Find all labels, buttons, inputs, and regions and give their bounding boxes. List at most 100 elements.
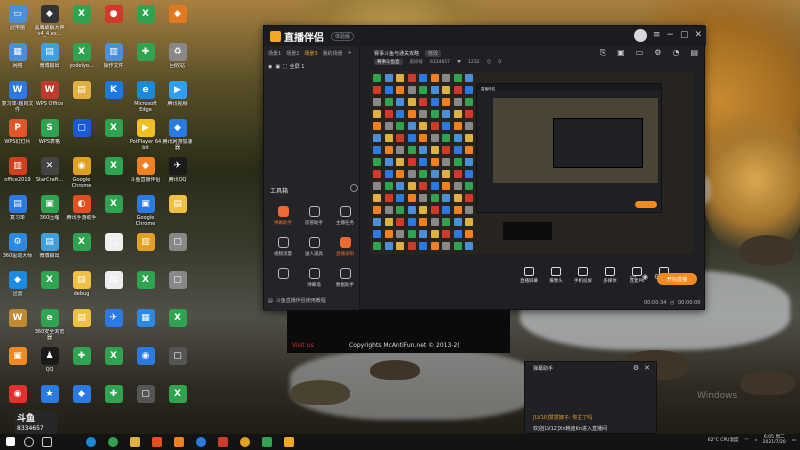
tab-scene[interactable]: 我的场景 [323, 50, 343, 57]
desktop-icon[interactable]: ▢ [162, 345, 193, 388]
desktop-icon[interactable]: X [98, 345, 129, 388]
desktop-icon[interactable]: ▤ [162, 193, 193, 236]
window-icon[interactable]: ▭ [636, 48, 644, 58]
explorer-taskbar-icon[interactable] [130, 437, 140, 447]
tool-item[interactable]: 弹幕墙 [300, 266, 328, 292]
desktop-icon[interactable]: ▤ 复习单 [2, 193, 33, 236]
share-icon[interactable]: ⎘ [600, 48, 606, 58]
tool-item[interactable]: 房管助手 [300, 204, 328, 230]
desktop-icon[interactable]: e Microsoft Edge [130, 79, 161, 122]
app-taskbar-icon[interactable] [174, 437, 184, 447]
desktop-icon[interactable]: ▢ [162, 269, 193, 312]
toolbox-toggle-icon[interactable] [350, 184, 358, 192]
desktop-icon[interactable]: e 360安全浏览器 [34, 307, 65, 350]
clock[interactable]: 6:05 周二 2021/7/20 [763, 435, 786, 445]
desktop-icon[interactable]: X [98, 193, 129, 236]
tool-item[interactable]: 数据助手 [331, 266, 359, 292]
tool-item[interactable] [269, 266, 297, 292]
desktop-icon[interactable]: W 复习单-题目文件 [2, 79, 33, 122]
desktop-icon[interactable]: ▥ [130, 231, 161, 274]
desktop-icon[interactable]: ◐ 腾讯手游助手 [66, 193, 97, 236]
desktop-icon[interactable]: ▤ [66, 79, 97, 122]
source-button[interactable]: 手机投屏 [571, 267, 595, 284]
app-taskbar-icon[interactable] [262, 437, 272, 447]
desktop-icon[interactable]: ✚ [66, 345, 97, 388]
desktop-icon[interactable]: ▦ 网络 [2, 41, 33, 84]
app-taskbar-icon[interactable] [218, 437, 228, 447]
desktop-icon[interactable]: S WPS表格 [34, 117, 65, 160]
app-taskbar-icon[interactable] [196, 437, 206, 447]
tab-scene[interactable]: 场景1 [268, 50, 281, 57]
tool-item[interactable]: 视频流量 [269, 235, 297, 261]
close-icon[interactable]: ✕ [694, 29, 702, 42]
desktop-icon[interactable]: ✕ StarCraft... [34, 155, 65, 198]
desktop-icon[interactable]: ♻ 回收站 [162, 41, 193, 84]
desktop-icon[interactable]: ✚ [98, 383, 129, 426]
stream-preview[interactable]: 直播伴侣 [370, 71, 693, 254]
tab-scene[interactable]: 场景3 [304, 50, 317, 57]
desktop-icon[interactable]: X [98, 155, 129, 198]
search-icon[interactable] [24, 437, 34, 447]
desktop-icon[interactable]: ● [98, 3, 129, 46]
desktop-icon[interactable]: ▤ debug [66, 269, 97, 312]
desktop-icon[interactable]: ▦ [130, 307, 161, 350]
settings-icon[interactable]: ⚙ [633, 364, 639, 372]
desktop-icon[interactable]: ◆ 腾讯网游加速器 [162, 117, 193, 160]
source-button[interactable]: 直播屏幕 [517, 267, 541, 284]
notes-icon[interactable]: ▤ [690, 48, 698, 58]
desktop-icon[interactable]: ▢ [98, 231, 129, 274]
edge-taskbar-icon[interactable] [86, 437, 96, 447]
desktop-icon[interactable]: P WPS幻灯片 [2, 117, 33, 160]
help-link[interactable]: ▤ 斗鱼直播伴侣使用教程 [268, 297, 326, 305]
desktop-icon[interactable]: ◆ [162, 3, 193, 46]
desktop-icon[interactable]: ◉ [130, 345, 161, 388]
eye-icon[interactable]: ◉ [268, 64, 272, 70]
desktop-icon[interactable]: X [162, 383, 193, 426]
lock-icon[interactable]: ▣ [275, 64, 280, 70]
bell-icon[interactable]: ◔ [672, 48, 679, 58]
source-button[interactable]: 多媒体 [598, 267, 622, 284]
desktop-icon[interactable]: ▣ [2, 345, 33, 388]
desktop-icon[interactable]: ◆ 黑鹰破解大神v4_4.ex... [34, 3, 65, 46]
settings-icon[interactable]: ⚙ [654, 48, 661, 58]
desktop-icon[interactable]: X [34, 269, 65, 312]
desktop-icon[interactable]: ▤ 微博输出 [34, 231, 65, 274]
desktop-icon[interactable]: X [98, 117, 129, 160]
maximize-icon[interactable]: ▢ [680, 29, 689, 42]
desktop-icon[interactable]: ▤ [98, 269, 129, 312]
menu-icon[interactable]: ≡ [653, 29, 661, 42]
desktop-icon[interactable]: ⚙ 360驱动大师 [2, 231, 33, 274]
desktop-icon[interactable]: W WPS Office [34, 79, 65, 122]
minimize-icon[interactable]: − [666, 29, 674, 42]
desktop-icon[interactable]: ▢ [66, 117, 97, 160]
task-view-icon[interactable] [42, 437, 52, 447]
version-badge[interactable]: 体验版 [331, 31, 355, 41]
desktop-icon[interactable]: X [66, 231, 97, 274]
desktop-icon[interactable]: ✈ [98, 307, 129, 350]
desktop-icon[interactable]: ✚ [130, 41, 161, 84]
desktop-icon[interactable]: K [98, 79, 129, 122]
user-avatar[interactable] [633, 29, 647, 42]
tab-scene[interactable]: 场景2 [286, 50, 299, 57]
chrome-taskbar-icon[interactable] [240, 437, 250, 447]
tool-item[interactable]: 直播录制 [331, 235, 359, 261]
tool-item[interactable]: 送人道具 [300, 235, 328, 261]
desktop-icon[interactable]: ▥ 操作文件 [98, 41, 129, 84]
desktop-icon[interactable]: ▣ 360压缩 [34, 193, 65, 236]
desktop-icon[interactable]: ◉ Google Chrome [66, 155, 97, 198]
app-taskbar-icon[interactable] [152, 437, 162, 447]
desktop-icon[interactable]: W [2, 307, 33, 350]
add-scene-icon[interactable]: + [348, 50, 352, 57]
desktop-icon[interactable]: X [130, 269, 161, 312]
desktop-icon[interactable]: ▶ PotPlayer 64 bit [130, 117, 161, 160]
desktop-icon[interactable]: ▣ Google Chrome [130, 193, 161, 236]
desktop-icon[interactable]: ▢ [130, 383, 161, 426]
volume-icon[interactable]: ◃ [754, 438, 756, 443]
source-button[interactable]: 摄像头 [544, 267, 568, 284]
desktop-icon[interactable]: ◆ 迅雷 [2, 269, 33, 312]
desktop-icon[interactable]: ▭ 此电脑 [2, 3, 33, 46]
scene-row[interactable]: ◉ ▣ ⛶ 全屏 1 [264, 61, 359, 72]
desktop-icon[interactable]: ♟ QQ [34, 345, 65, 388]
network-icon[interactable]: ◠ [744, 438, 748, 443]
desktop-icon[interactable]: Xyodelyo... [66, 41, 97, 84]
